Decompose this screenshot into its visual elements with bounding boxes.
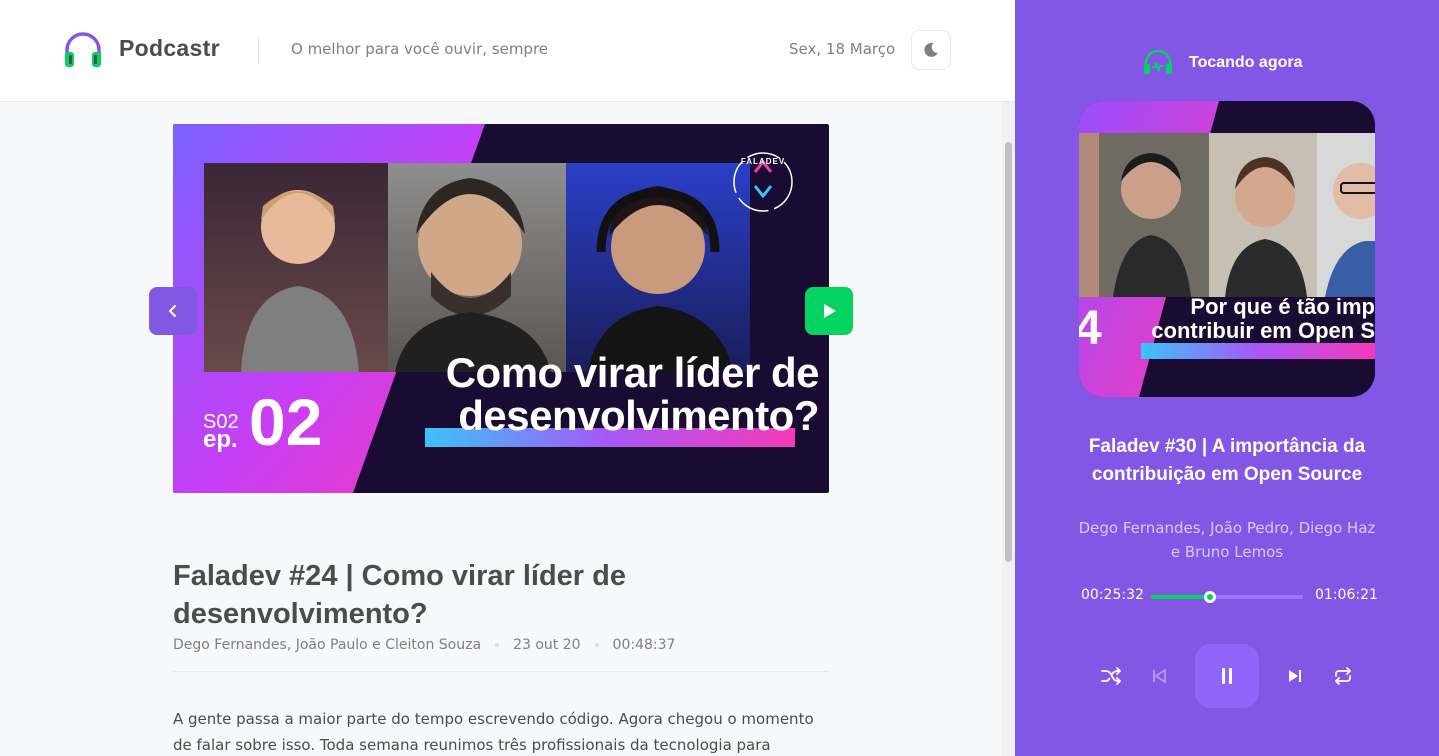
moon-icon xyxy=(924,42,938,57)
play-episode-button[interactable] xyxy=(805,287,853,335)
previous-button[interactable] xyxy=(1147,664,1171,688)
back-button[interactable] xyxy=(149,287,197,335)
episode-duration: 00:48:37 xyxy=(612,637,676,653)
skip-back-icon xyxy=(1153,669,1166,683)
cover-artwork xyxy=(1079,101,1375,397)
headphones-icon xyxy=(1144,50,1172,74)
pause-icon xyxy=(1222,668,1232,684)
cover-caption-line2: contribuir em Open S xyxy=(1151,318,1375,343)
current-time: 00:25:32 xyxy=(1081,587,1144,603)
thumbnail-headline: Como virar líder de desenvolvimento? xyxy=(359,349,820,439)
header: Podcastr O melhor para você ouvir, sempr… xyxy=(0,0,1015,102)
now-playing-label: Tocando agora xyxy=(1189,54,1303,71)
meta-separator xyxy=(495,643,500,647)
thumbnail-ep-prefix: ep. xyxy=(203,426,238,453)
skip-forward-icon xyxy=(1289,670,1301,682)
thumbnail-ep-number: 02 xyxy=(249,385,323,459)
episode-description: A gente passa a maior parte do tempo esc… xyxy=(173,710,814,754)
cover-caption-line1: Por que é tão imp xyxy=(1190,295,1375,319)
scrollbar-thumb[interactable] xyxy=(1005,142,1012,562)
episode-thumbnail: Como virar líder de desenvolvimento? S02… xyxy=(173,124,829,493)
repeat-button[interactable] xyxy=(1331,664,1355,688)
current-date: Sex, 18 Março xyxy=(789,40,896,58)
player-cover: 4 Por que é tão imp contribuir em Open S xyxy=(1079,101,1375,397)
episode-meta: Dego Fernandes, João Paulo e Cleiton Sou… xyxy=(173,637,675,653)
player-panel: Tocando agora 4 Por que é tão imp contri… xyxy=(1015,0,1439,756)
headphones-logo-icon xyxy=(65,32,101,67)
now-playing-header: Tocando agora xyxy=(1143,50,1303,76)
repeat-icon xyxy=(1335,667,1351,685)
thumbnail-badge-text: FALADEV xyxy=(740,157,786,166)
meta-separator xyxy=(594,643,599,647)
episode-members: Dego Fernandes, João Paulo e Cleiton Sou… xyxy=(173,637,482,653)
theme-toggle-button[interactable] xyxy=(911,30,951,70)
total-duration: 01:06:21 xyxy=(1315,587,1378,603)
pause-button[interactable] xyxy=(1195,644,1259,708)
brand-name: Podcastr xyxy=(119,35,220,61)
header-divider xyxy=(258,36,259,64)
play-icon xyxy=(824,304,836,318)
shuffle-button[interactable] xyxy=(1099,664,1123,688)
episode-date: 23 out 20 xyxy=(513,637,581,653)
chevron-left-icon xyxy=(169,305,176,317)
shuffle-icon xyxy=(1101,667,1121,685)
player-episode-title: Faladev #30 | A importância da contribui… xyxy=(1088,436,1366,485)
cover-number: 4 xyxy=(1079,302,1102,355)
thumbnail-headline-line1: Como virar líder de xyxy=(445,349,820,396)
thumbnail-headline-line2: desenvolvimento? xyxy=(458,392,819,439)
cover-caption: Por que é tão imp contribuir em Open S xyxy=(1109,295,1375,343)
progress-fill xyxy=(1151,595,1210,599)
divider xyxy=(173,671,829,672)
next-button[interactable] xyxy=(1283,664,1307,688)
player-episode-members: Dego Fernandes, João Pedro, Diego Haz e … xyxy=(1078,519,1376,561)
episode-title: Faladev #24 | Como virar líder de desenv… xyxy=(173,560,626,630)
tagline: O melhor para você ouvir, sempre xyxy=(291,40,549,58)
progress-handle[interactable] xyxy=(1203,591,1216,603)
progress-slider[interactable] xyxy=(1151,591,1303,603)
